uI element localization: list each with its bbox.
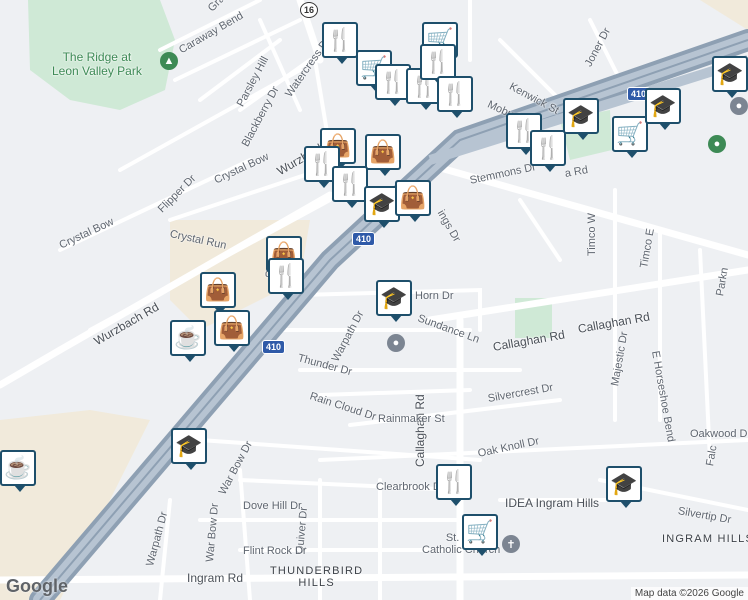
interstate-shield: 410 [352,232,376,246]
fork-knife-icon: 🍴 [424,49,452,74]
shopping-cart-icon: 🛒 [466,519,494,544]
shopping-marker[interactable]: 👜 [395,180,431,222]
restaurant-marker[interactable]: 🍴 [332,166,368,208]
state-route-shield: 16 [300,2,319,18]
graduation-cap-icon: 🎓 [649,93,677,118]
graduation-cap-icon: 🎓 [716,61,744,86]
restaurant-marker[interactable]: 🍴 [436,464,472,506]
shopping-bag-icon: 👜 [218,315,246,340]
school-poi-icon[interactable]: ● [387,334,405,352]
map-attribution[interactable]: Map data ©2026 Google [630,587,748,600]
restaurant-marker[interactable]: 🍴 [437,76,473,118]
restaurant-marker[interactable]: 🍴 [420,44,456,86]
street-label: Callaghan Rd [413,394,427,467]
graduation-cap-icon: 🎓 [175,433,203,458]
shopping-bag-icon: 👜 [369,139,397,164]
restaurant-marker[interactable]: 🍴 [530,130,566,172]
street-label: Clearbrook Dr [376,481,445,493]
school-marker[interactable]: 🎓 [171,428,207,470]
park-label[interactable]: The Ridge at Leon Valley Park [52,50,142,78]
graduation-cap-icon: 🎓 [567,103,595,128]
neighborhood-label: INGRAM HILLS [662,533,748,545]
beige-area-3 [700,0,748,30]
graduation-cap-icon: 🎓 [368,191,396,216]
fork-knife-icon: 🍴 [379,69,407,94]
shopping-marker[interactable]: 👜 [214,310,250,352]
fork-knife-icon: 🍴 [326,27,354,52]
school-marker[interactable]: 🎓 [606,466,642,508]
school-marker[interactable]: 🎓 [712,56,748,98]
cafe-marker[interactable]: ☕ [170,320,206,362]
shopping-cart-icon: 🛒 [616,121,644,146]
shopping-bag-icon: 👜 [399,185,427,210]
fork-knife-icon: 🍴 [272,263,300,288]
church-cross-icon[interactable]: ✝ [502,535,520,553]
shopping-marker[interactable]: 👜 [200,272,236,314]
green-poi-icon[interactable]: ● [708,135,726,153]
graduation-cap-icon: 🎓 [380,285,408,310]
street-label: Horn Dr [415,290,454,302]
neighborhood-label: THUNDERBIRD HILLS [270,565,364,589]
shopping-marker[interactable]: 👜 [365,134,401,176]
school-poi-icon[interactable]: ● [730,97,748,115]
fork-knife-icon: 🍴 [534,135,562,160]
cafe-marker[interactable]: ☕ [0,450,36,492]
street-label: Flint Rock Dr [243,545,307,557]
place-label[interactable]: IDEA Ingram Hills [505,496,599,510]
restaurant-marker[interactable]: 🍴 [322,22,358,64]
street-label: Oakwood Dr [690,428,748,440]
school-marker[interactable]: 🎓 [645,88,681,130]
fork-knife-icon: 🍴 [336,171,364,196]
fork-knife-icon: 🍴 [441,81,469,106]
school-marker[interactable]: 🎓 [563,98,599,140]
school-marker[interactable]: 🎓 [376,280,412,322]
coffee-cup-icon: ☕ [4,455,32,480]
shopping-bag-icon: 👜 [204,277,232,302]
street-label: Dove Hill Dr [243,500,302,512]
fork-knife-icon: 🍴 [440,469,468,494]
graduation-cap-icon: 🎓 [610,471,638,496]
google-logo: Google [6,576,68,596]
interstate-shield: 410 [262,340,286,354]
restaurant-marker[interactable]: 🍴 [268,258,304,300]
park-tree-icon[interactable]: ▲ [160,52,178,70]
street-label: Ingram Rd [187,571,244,585]
grocery-marker[interactable]: 🛒 [612,116,648,158]
street-label: Timco W [586,213,598,256]
grocery-marker[interactable]: 🛒 [462,514,498,556]
map-canvas[interactable]: The Ridge at Leon Valley Park ▲ Caraway … [0,0,748,600]
street-label: Rainmaker St [378,413,445,425]
coffee-cup-icon: ☕ [174,325,202,350]
